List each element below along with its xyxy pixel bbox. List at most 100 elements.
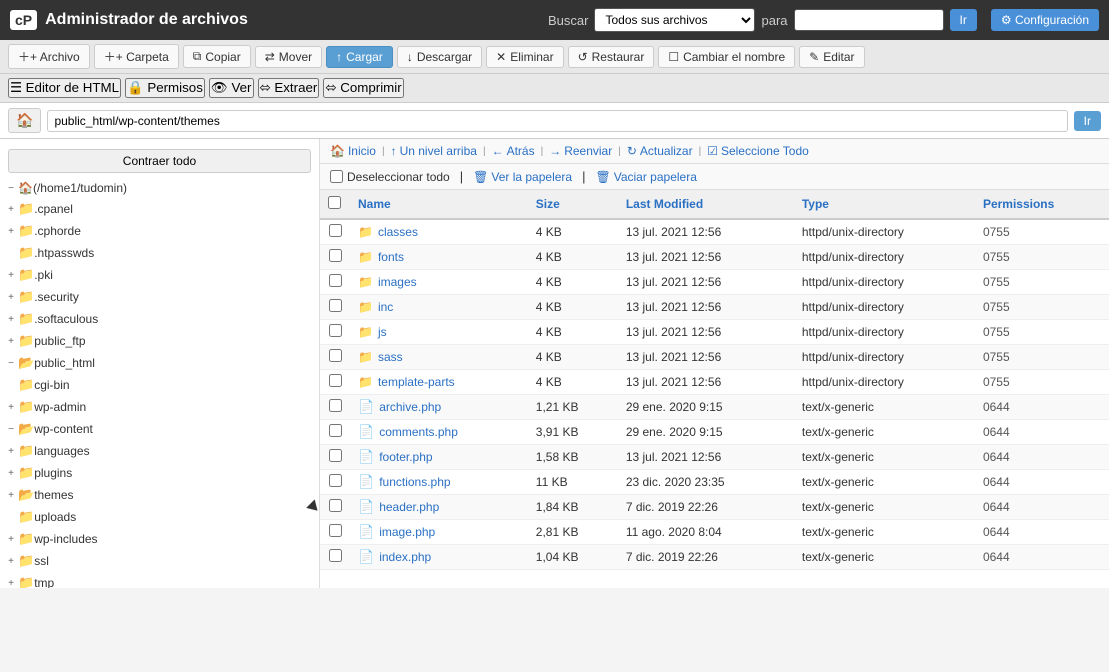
comprimir-button[interactable]: ⬄ Comprimir — [323, 78, 403, 98]
cargar-button[interactable]: ↑ Cargar — [326, 46, 393, 68]
ver-button[interactable]: 👁 Ver — [209, 78, 254, 98]
row-checkbox[interactable] — [329, 424, 342, 437]
tree-toggle[interactable]: + — [4, 578, 18, 589]
file-name-link[interactable]: sass — [378, 350, 403, 364]
restaurar-button[interactable]: ↺ Restaurar — [568, 46, 655, 68]
actualizar-link[interactable]: ↻ Actualizar — [627, 144, 693, 158]
file-name-link[interactable]: images — [378, 275, 417, 289]
table-row[interactable]: 📁fonts4 KB13 jul. 2021 12:56httpd/unix-d… — [320, 245, 1109, 270]
table-row[interactable]: 📄comments.php3,91 KB29 ene. 2020 9:15tex… — [320, 420, 1109, 445]
table-row[interactable]: 📁template-parts4 KB13 jul. 2021 12:56htt… — [320, 370, 1109, 395]
home-button[interactable]: 🏠 — [8, 108, 41, 133]
tree-toggle[interactable]: + — [4, 226, 18, 237]
carpeta-button[interactable]: ＋ + Carpeta — [94, 44, 179, 69]
tree-toggle[interactable]: + — [4, 468, 18, 479]
row-checkbox[interactable] — [329, 324, 342, 337]
extraer-button[interactable]: ⬄ Extraer — [258, 78, 320, 98]
path-input[interactable] — [47, 110, 1067, 132]
tree-toggle[interactable]: + — [4, 402, 18, 413]
tree-toggle[interactable]: + — [4, 534, 18, 545]
file-name-link[interactable]: archive.php — [379, 400, 441, 414]
row-checkbox[interactable] — [329, 249, 342, 262]
deseleccionar-checkbox[interactable] — [330, 170, 343, 183]
checkbox-header[interactable] — [320, 190, 350, 219]
row-checkbox[interactable] — [329, 374, 342, 387]
vaciar-papelera-button[interactable]: 🗑 Vaciar papelera — [595, 170, 696, 184]
row-checkbox[interactable] — [329, 399, 342, 412]
tree-row[interactable]: +📁.security — [0, 288, 319, 306]
tree-toggle[interactable]: + — [4, 314, 18, 325]
reenviar-link[interactable]: → Reenviar — [549, 144, 612, 158]
tree-row[interactable]: +📁public_ftp — [0, 332, 319, 350]
table-row[interactable]: 📄archive.php1,21 KB29 ene. 2020 9:15text… — [320, 395, 1109, 420]
file-name-link[interactable]: functions.php — [379, 475, 450, 489]
tree-toggle[interactable]: + — [4, 292, 18, 303]
file-name-link[interactable]: image.php — [379, 525, 435, 539]
name-column-header[interactable]: Name — [350, 190, 528, 219]
perms-column-header[interactable]: Permissions — [975, 190, 1109, 219]
row-checkbox[interactable] — [329, 549, 342, 562]
table-row[interactable]: 📁js4 KB13 jul. 2021 12:56httpd/unix-dire… — [320, 320, 1109, 345]
tree-toggle[interactable]: + — [4, 556, 18, 567]
table-row[interactable]: 📁classes4 KB13 jul. 2021 12:56httpd/unix… — [320, 219, 1109, 245]
row-checkbox[interactable] — [329, 474, 342, 487]
select-all-checkbox[interactable] — [328, 196, 341, 209]
tree-row[interactable]: +📁.cpanel — [0, 200, 319, 218]
descargar-button[interactable]: ↓ Descargar — [397, 46, 482, 68]
row-checkbox[interactable] — [329, 274, 342, 287]
table-row[interactable]: 📁sass4 KB13 jul. 2021 12:56httpd/unix-di… — [320, 345, 1109, 370]
config-button[interactable]: ⚙ Configuración — [991, 9, 1099, 31]
file-name-link[interactable]: footer.php — [379, 450, 432, 464]
table-row[interactable]: 📁images4 KB13 jul. 2021 12:56httpd/unix-… — [320, 270, 1109, 295]
table-row[interactable]: 📄image.php2,81 KB11 ago. 2020 8:04text/x… — [320, 520, 1109, 545]
file-name-link[interactable]: header.php — [379, 500, 439, 514]
tree-row[interactable]: −📂public_html — [0, 354, 319, 372]
tree-row[interactable]: −📂wp-content — [0, 420, 319, 438]
row-checkbox[interactable] — [329, 524, 342, 537]
collapse-all-button[interactable]: Contraer todo — [8, 149, 311, 173]
tree-row[interactable]: +📁tmp — [0, 574, 319, 588]
tree-toggle[interactable]: − — [4, 424, 18, 435]
tree-row[interactable]: 📁.htpasswds — [0, 244, 319, 262]
permisos-button[interactable]: 🔒 Permisos — [125, 78, 205, 98]
table-row[interactable]: 📄header.php1,84 KB7 dic. 2019 22:26text/… — [320, 495, 1109, 520]
type-column-header[interactable]: Type — [794, 190, 975, 219]
file-name-link[interactable]: classes — [378, 225, 418, 239]
archivo-button[interactable]: ＋ + Archivo — [8, 44, 90, 69]
size-column-header[interactable]: Size — [528, 190, 618, 219]
file-name-link[interactable]: template-parts — [378, 375, 455, 389]
tree-row[interactable]: +📁wp-admin — [0, 398, 319, 416]
file-name-link[interactable]: comments.php — [379, 425, 458, 439]
tree-row[interactable]: +📁.pki — [0, 266, 319, 284]
tree-row[interactable]: +📁wp-includes — [0, 530, 319, 548]
tree-row[interactable]: +📁ssl — [0, 552, 319, 570]
tree-row[interactable]: +📁.softaculous — [0, 310, 319, 328]
file-name-link[interactable]: index.php — [379, 550, 431, 564]
eliminar-button[interactable]: ✕ Eliminar — [486, 46, 563, 68]
seleccione-todo-link[interactable]: ☑ Seleccione Todo — [707, 144, 809, 158]
tree-row[interactable]: 📁cgi-bin — [0, 376, 319, 394]
path-go-button[interactable]: Ir — [1074, 111, 1101, 131]
row-checkbox[interactable] — [329, 224, 342, 237]
tree-toggle[interactable]: + — [4, 204, 18, 215]
atras-link[interactable]: ← Atrás — [492, 144, 535, 158]
search-input[interactable] — [794, 9, 944, 31]
row-checkbox[interactable] — [329, 499, 342, 512]
table-row[interactable]: 📄index.php1,04 KB7 dic. 2019 22:26text/x… — [320, 545, 1109, 570]
tree-toggle[interactable]: + — [4, 446, 18, 457]
tree-toggle[interactable]: + — [4, 270, 18, 281]
tree-row[interactable]: 📁uploads — [0, 508, 319, 526]
modified-column-header[interactable]: Last Modified — [618, 190, 794, 219]
tree-toggle[interactable]: + — [4, 336, 18, 347]
tree-row[interactable]: +📁.cphorde — [0, 222, 319, 240]
un-nivel-arriba-link[interactable]: ↑ Un nivel arriba — [391, 144, 477, 158]
tree-row[interactable]: +📂themes — [0, 486, 319, 504]
tree-toggle[interactable]: + — [4, 490, 18, 501]
file-name-link[interactable]: js — [378, 325, 387, 339]
search-scope-select[interactable]: Todos sus archivos Solo nombre de archiv… — [594, 8, 755, 32]
cambiar-nombre-button[interactable]: ☐ Cambiar el nombre — [658, 46, 795, 68]
editar-button[interactable]: ✎ Editar — [799, 46, 864, 68]
tree-toggle[interactable]: − — [4, 358, 18, 369]
mover-button[interactable]: ⇄ Mover — [255, 46, 322, 68]
file-name-link[interactable]: fonts — [378, 250, 404, 264]
